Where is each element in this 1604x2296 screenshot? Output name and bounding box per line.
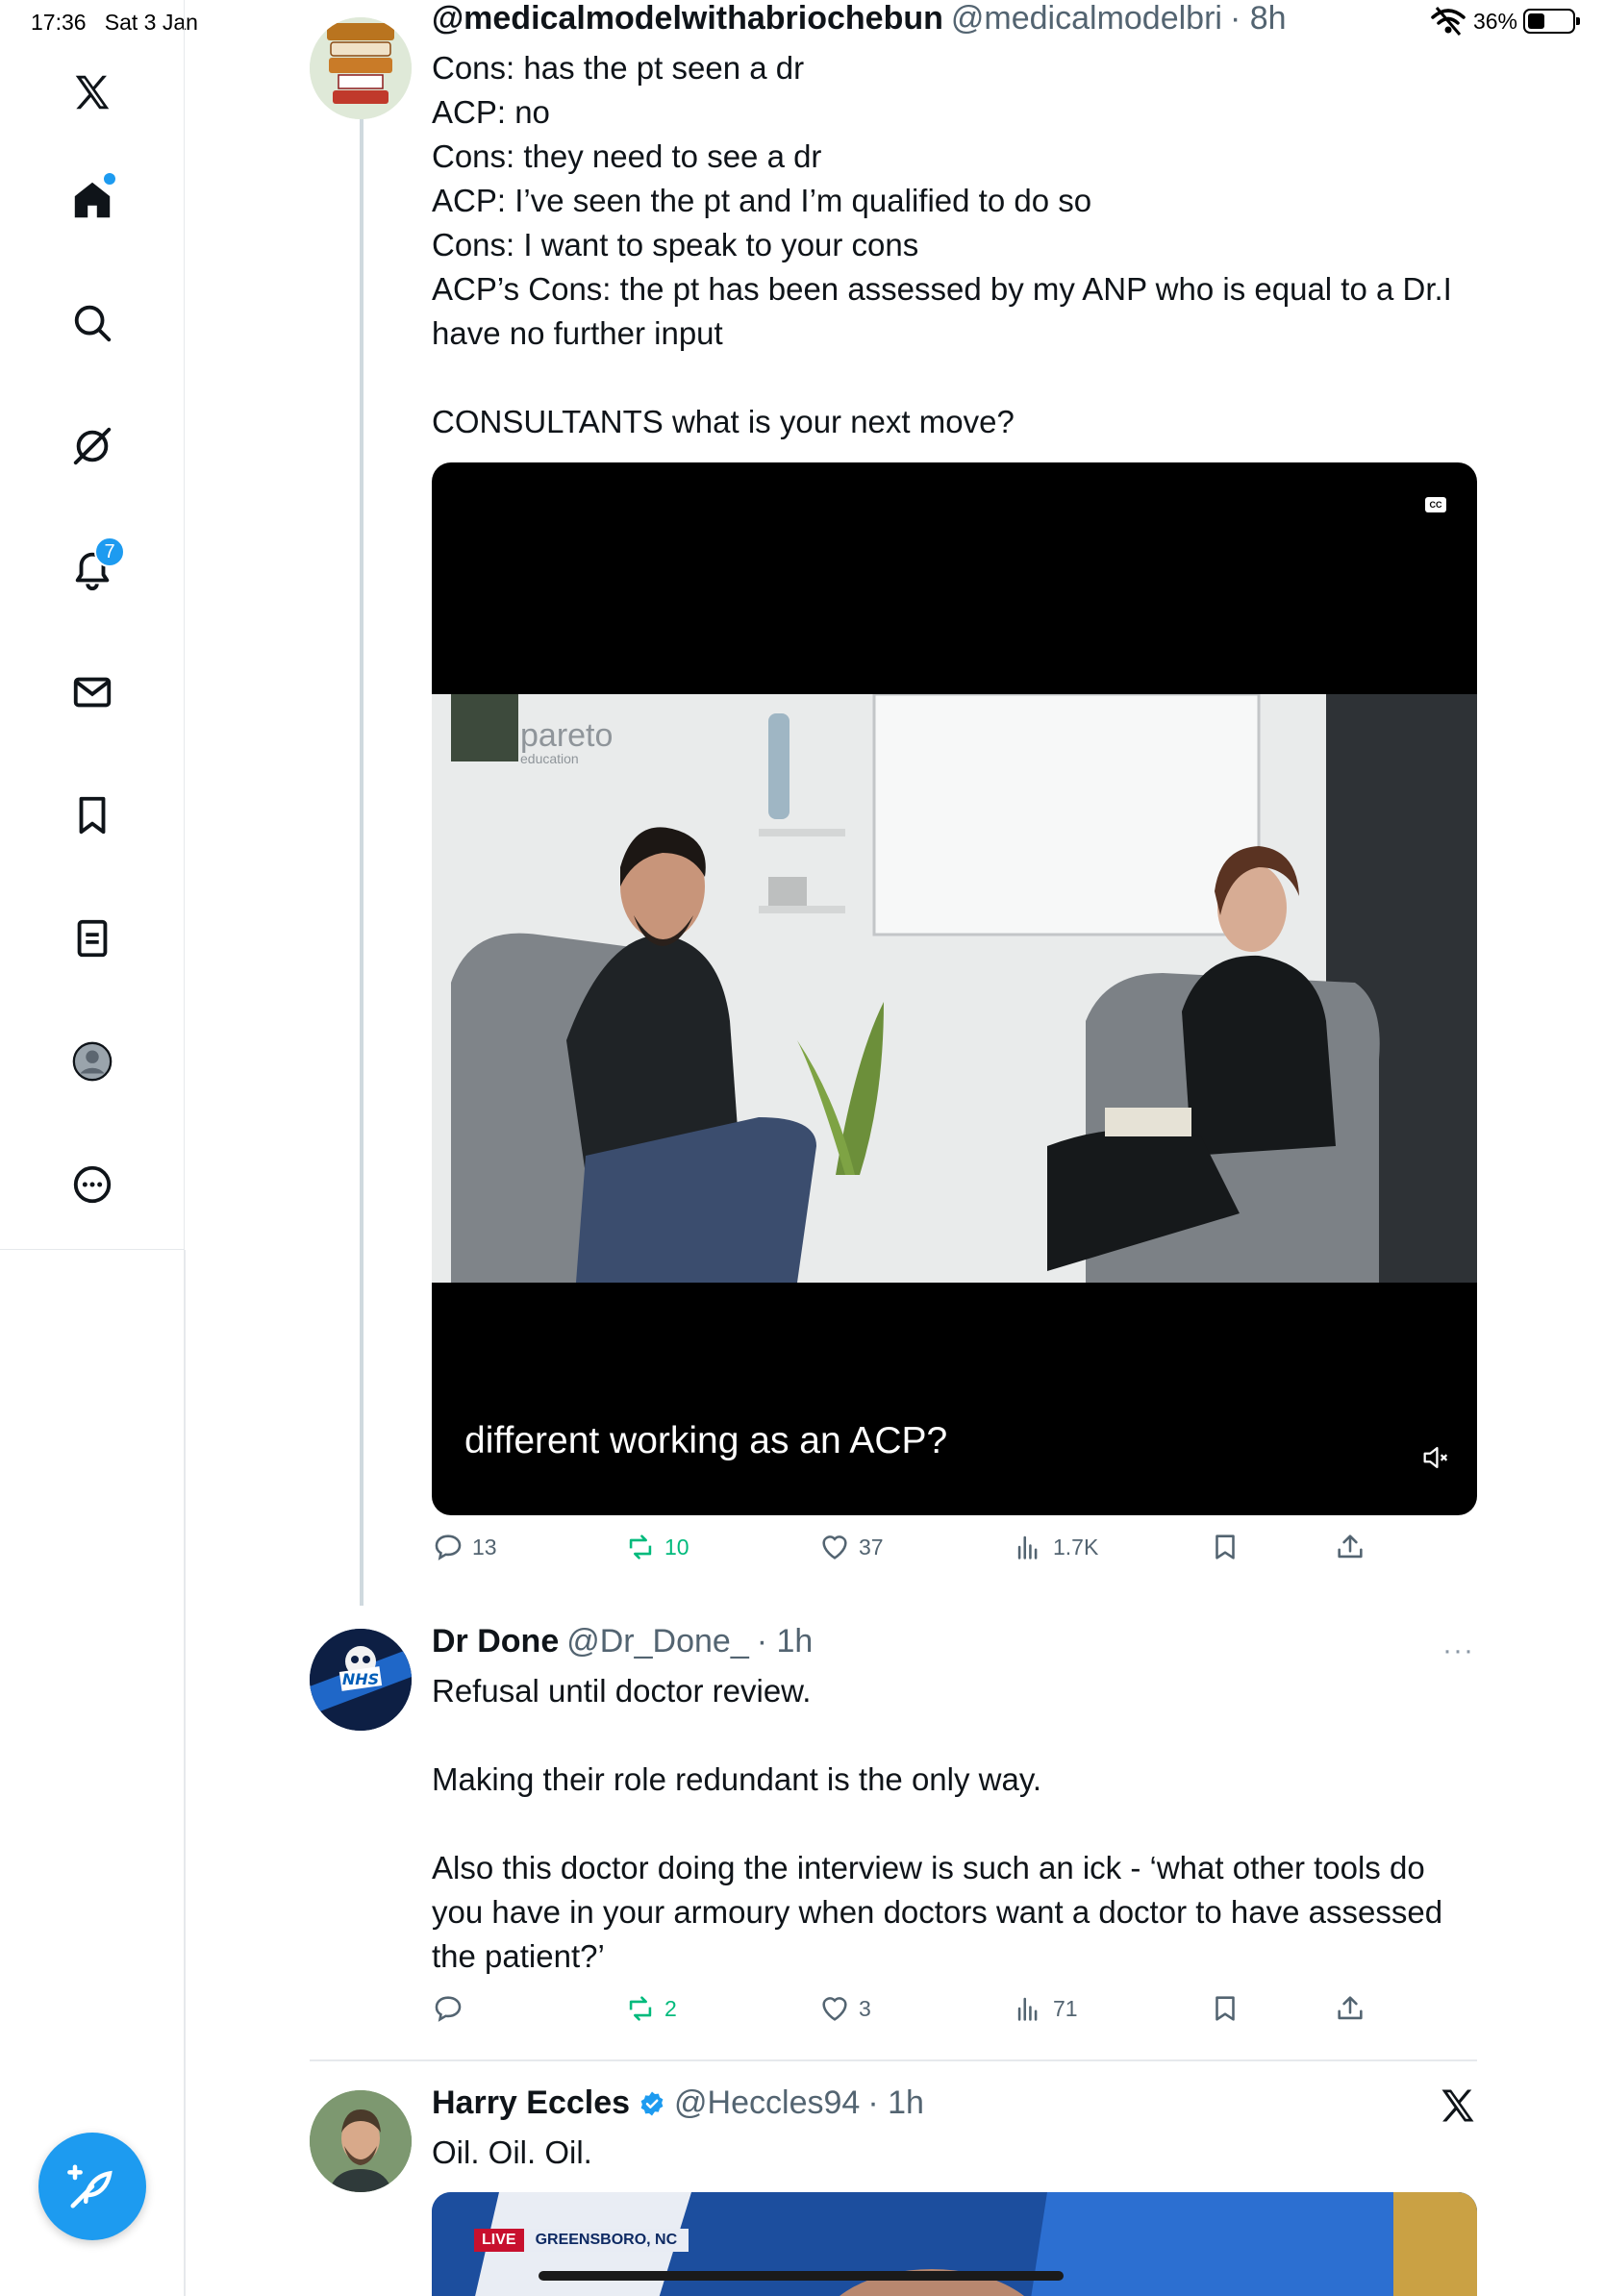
sidebar: 7: [0, 0, 185, 1250]
like-button[interactable]: 37: [818, 1531, 884, 1563]
reply-button[interactable]: [432, 1992, 472, 2025]
search-icon[interactable]: [63, 294, 121, 352]
bookmark-button[interactable]: [1209, 1992, 1241, 2025]
captions-icon[interactable]: CC: [1425, 497, 1446, 512]
tweet-2-author-name[interactable]: Dr Done: [432, 1623, 559, 1660]
tweet-2-text: Refusal until doctor review. Making thei…: [432, 1673, 1443, 1974]
heart-icon: [822, 1997, 847, 2021]
video-frame: pareto education: [432, 694, 1477, 1283]
tweet-3-author-name[interactable]: Harry Eccles: [432, 2084, 630, 2122]
bookmark-icon: [1216, 1996, 1235, 2021]
heart-icon: [822, 1535, 847, 1560]
compose-icon: [67, 2164, 113, 2209]
tweet-1-handle[interactable]: @medicalmodelbri: [951, 0, 1222, 37]
x-logo-icon[interactable]: [63, 63, 121, 121]
svg-text:NHS: NHS: [342, 1670, 379, 1688]
reply-button[interactable]: 13: [432, 1531, 497, 1563]
tweet-3-header: Harry Eccles @Heccles94 · 1h: [432, 2084, 924, 2122]
live-banner: LIVE GREENSBORO, NC: [474, 2229, 689, 2252]
tweet-divider: [310, 2059, 1477, 2061]
share-button[interactable]: [1334, 1992, 1366, 2025]
wifi-off-icon: [1431, 7, 1466, 36]
verified-badge-icon: [640, 2091, 664, 2115]
tweet-3-handle[interactable]: @Heccles94: [674, 2084, 860, 2122]
status-indicators: 36%: [1429, 6, 1580, 37]
live-badge: LIVE: [474, 2229, 524, 2252]
tweet-1-time[interactable]: · 8h: [1230, 0, 1287, 37]
mail-icon[interactable]: [63, 663, 121, 721]
home-unread-dot: [104, 173, 115, 185]
profile-icon[interactable]: [63, 1033, 121, 1090]
list-icon[interactable]: [63, 910, 121, 967]
views-button[interactable]: 1.7K: [1013, 1531, 1098, 1563]
tweet-1-author-name[interactable]: @medicalmodelwithabriochebun: [432, 0, 943, 37]
video-watermark: pareto education: [520, 717, 614, 766]
tweet-2-header: Dr Done @Dr_Done_ · 1h: [432, 1623, 813, 1660]
repost-button[interactable]: 2: [624, 1992, 677, 2025]
repost-icon: [629, 1996, 652, 2021]
tweet-2-avatar[interactable]: NHS: [310, 1629, 412, 1731]
bookmark-button[interactable]: [1209, 1531, 1241, 1563]
views-icon: [1017, 1997, 1038, 2021]
x-logo-icon[interactable]: [1437, 2084, 1479, 2127]
bookmark-icon[interactable]: [63, 786, 121, 844]
seal-avatar-image: [310, 17, 412, 119]
reply-icon: [435, 1535, 462, 1560]
battery-icon: [1523, 9, 1580, 34]
share-icon: [1338, 1535, 1363, 1559]
thread-connector: [360, 96, 363, 1606]
location-label: GREENSBORO, NC: [523, 2229, 689, 2252]
tweet-2-more-icon[interactable]: ···: [1442, 1635, 1474, 1667]
skull-avatar-image: NHS: [310, 1629, 412, 1731]
like-button[interactable]: 3: [818, 1992, 871, 2025]
tweet-3-text: Oil. Oil. Oil.: [432, 2134, 592, 2170]
tweet-1-text: Cons: has the pt seen a dr ACP: no Cons:…: [432, 50, 1452, 439]
views-button[interactable]: 71: [1013, 1992, 1078, 2025]
share-icon: [1338, 1996, 1363, 2020]
home-icon[interactable]: [63, 171, 121, 229]
sidebar-divider: [184, 1250, 186, 2296]
tweet-3-time[interactable]: · 1h: [867, 2084, 924, 2122]
person-avatar-image: [310, 2090, 412, 2192]
repost-icon: [629, 1535, 652, 1560]
tweet-2-time[interactable]: · 1h: [757, 1623, 814, 1660]
tweet-1-video[interactable]: CC pareto education different working as…: [432, 462, 1477, 1515]
bell-icon[interactable]: 7: [63, 537, 125, 598]
more-icon[interactable]: [63, 1156, 121, 1213]
views-icon: [1017, 1535, 1038, 1560]
tweet-1-actions: 13 10 37 1.7K: [432, 1531, 1393, 1573]
tweet-1-avatar[interactable]: [310, 17, 412, 119]
share-button[interactable]: [1334, 1531, 1366, 1563]
battery-percent: 36%: [1472, 8, 1517, 34]
tweet-3-avatar[interactable]: [310, 2090, 412, 2192]
reply-icon: [435, 1996, 462, 2022]
home-indicator[interactable]: [539, 2271, 1064, 2281]
tweet-2-handle[interactable]: @Dr_Done_: [566, 1623, 749, 1660]
video-caption: different working as an ACP?: [464, 1420, 948, 1461]
repost-button[interactable]: 10: [624, 1531, 689, 1563]
compose-button[interactable]: [38, 2133, 146, 2240]
tweet-2-actions: 2 3 71: [432, 1992, 1393, 2034]
notification-badge: 7: [94, 537, 125, 567]
grok-icon[interactable]: [63, 417, 121, 475]
mute-icon[interactable]: [1419, 1441, 1452, 1474]
bookmark-icon: [1216, 1535, 1235, 1560]
tweet-1-header: @medicalmodelwithabriochebun @medicalmod…: [432, 0, 1287, 37]
